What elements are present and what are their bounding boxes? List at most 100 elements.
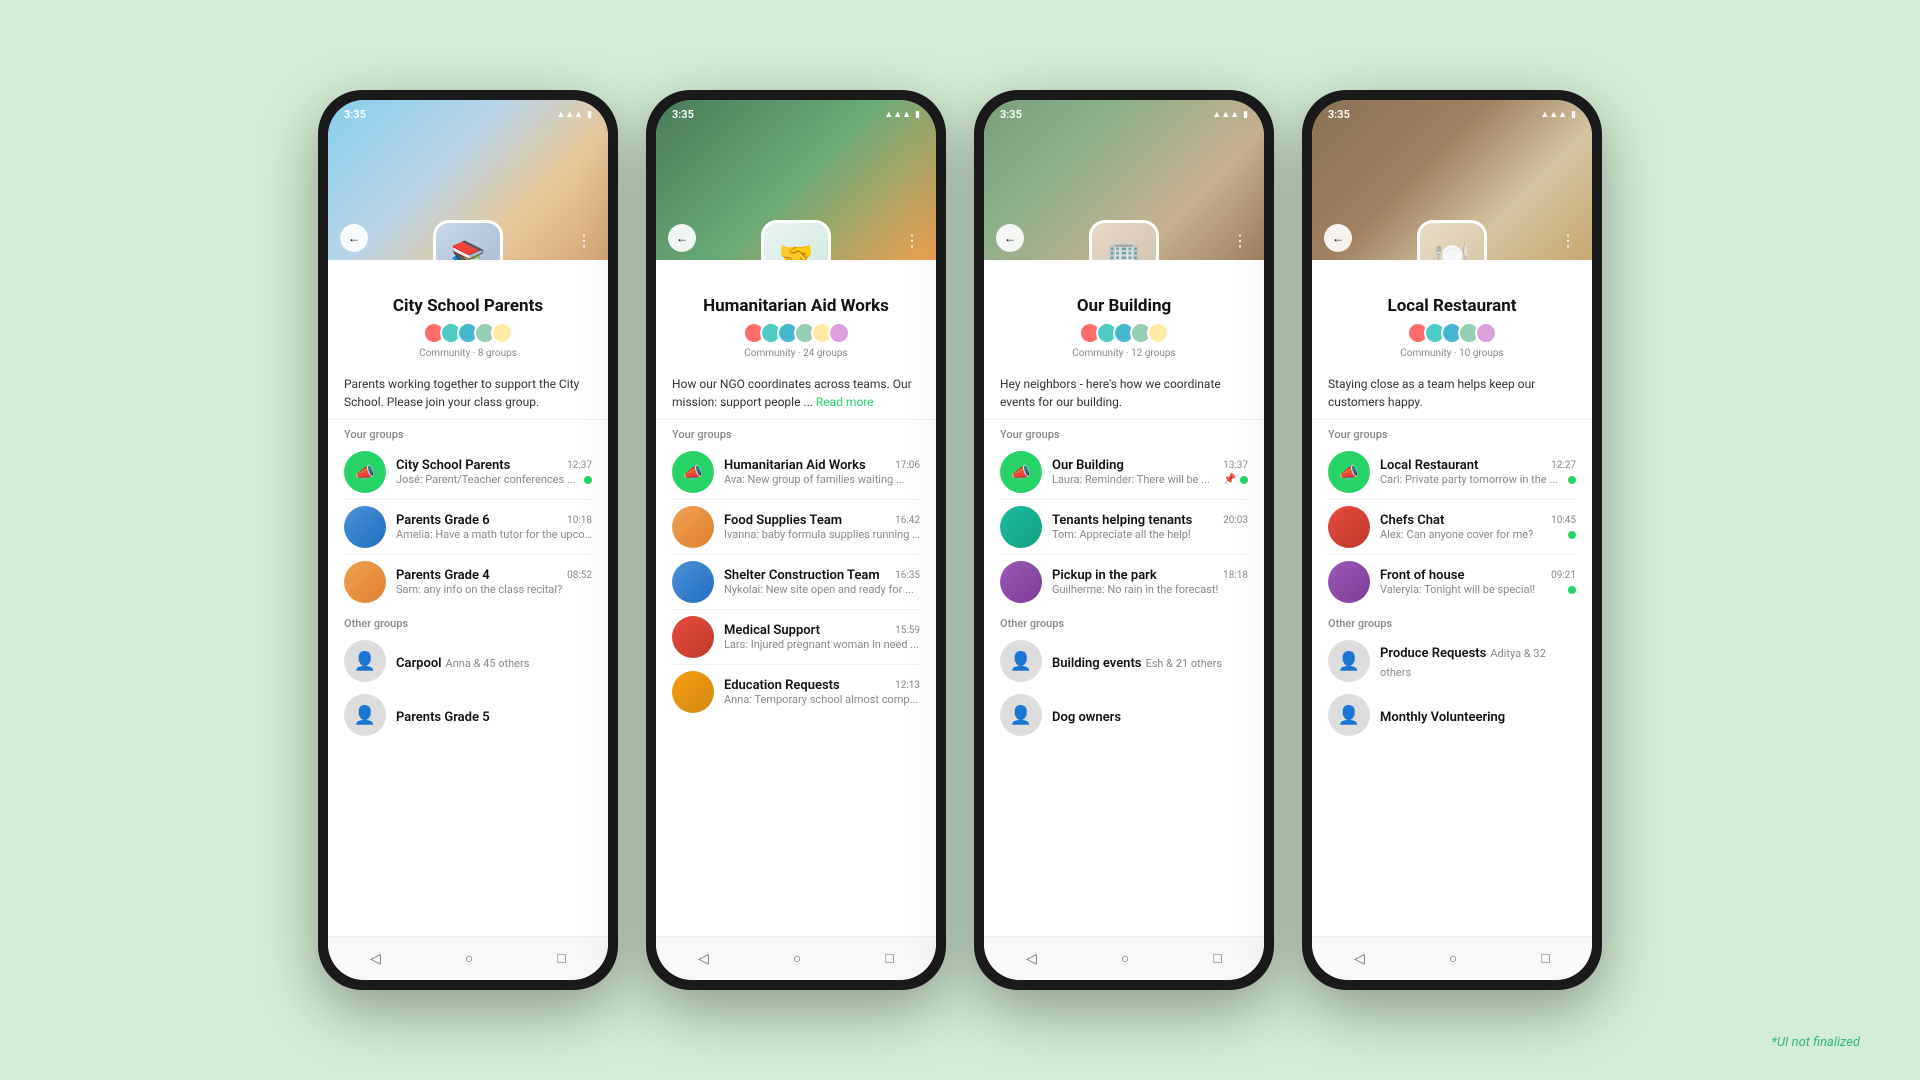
status-bar: 3:35 ▲▲▲ ▮: [344, 108, 592, 121]
group-time: 12:27: [1551, 460, 1576, 471]
phone-screen: 3:35 ▲▲▲ ▮ ← ⋮ 📚 City School Parents: [328, 100, 608, 980]
group-avatar: 📣: [1328, 451, 1370, 493]
back-button[interactable]: ←: [668, 224, 696, 252]
signal-icon: ▲▲▲: [1212, 109, 1239, 120]
group-item[interactable]: 📣 Humanitarian Aid Works 17:06 Ava: New …: [656, 445, 936, 499]
group-item[interactable]: 📣 Local Restaurant 12:27 Carl: Private p…: [1312, 445, 1592, 499]
your-groups-label: Your groups: [328, 420, 608, 445]
member-avatar: [1475, 322, 1497, 344]
nav-home-button[interactable]: ○: [1433, 942, 1473, 975]
group-name: Parents Grade 6: [396, 513, 561, 528]
group-message: Anna: Temporary school almost comp...: [724, 693, 920, 706]
group-name: Our Building: [1052, 458, 1217, 473]
status-time: 3:35: [344, 108, 366, 121]
group-message: Amelia: Have a math tutor for the upco..…: [396, 528, 592, 541]
group-item[interactable]: Medical Support 15:59 Lars: Injured preg…: [656, 610, 936, 664]
more-button[interactable]: ⋮: [900, 228, 924, 252]
other-group-name: Building events: [1052, 656, 1142, 671]
group-message: Laura: Reminder: There will be ...: [1052, 473, 1220, 486]
group-info: Parents Grade 5: [396, 706, 592, 725]
nav-recent-button[interactable]: □: [541, 942, 581, 975]
group-name: Food Supplies Team: [724, 513, 889, 528]
nav-recent-button[interactable]: □: [1197, 942, 1237, 975]
group-item[interactable]: Food Supplies Team 16:42 Ivanna: baby fo…: [656, 500, 936, 554]
group-item[interactable]: Pickup in the park 18:18 Guilherme: No r…: [984, 555, 1264, 609]
community-icon: 🏢: [1089, 220, 1159, 260]
more-button[interactable]: ⋮: [1228, 228, 1252, 252]
other-group-name: Monthly Volunteering: [1380, 710, 1505, 725]
group-item[interactable]: Parents Grade 6 10:18 Amelia: Have a mat…: [328, 500, 608, 554]
other-group-item[interactable]: 👤 Carpool Anna & 45 others: [328, 634, 608, 688]
group-item[interactable]: Parents Grade 4 08:52 Sam: any info on t…: [328, 555, 608, 609]
community-info: Our Building Community · 12 groups: [984, 296, 1264, 367]
your-groups-label: Your groups: [656, 420, 936, 445]
nav-home-button[interactable]: ○: [777, 942, 817, 975]
bottom-navigation: ◁ ○ □: [656, 936, 936, 980]
nav-back-button[interactable]: ◁: [682, 943, 725, 975]
placeholder-avatar: 👤: [1000, 694, 1042, 736]
group-name: City School Parents: [396, 458, 561, 473]
group-item[interactable]: Shelter Construction Team 16:35 Nykolai:…: [656, 555, 936, 609]
community-description: Staying close as a team helps keep our c…: [1312, 367, 1592, 420]
group-info: Parents Grade 4 08:52 Sam: any info on t…: [396, 568, 592, 596]
other-group-item[interactable]: 👤 Monthly Volunteering: [1312, 688, 1592, 742]
phone-content: Our Building Community · 12 groups Hey n…: [984, 260, 1264, 980]
phone-screen: 3:35 ▲▲▲ ▮ ← ⋮ 🍽️ Local Restaurant: [1312, 100, 1592, 980]
signal-icon: ▲▲▲: [1540, 109, 1567, 120]
nav-recent-button[interactable]: □: [1525, 942, 1565, 975]
more-button[interactable]: ⋮: [1556, 228, 1580, 252]
nav-back-button[interactable]: ◁: [1338, 943, 1381, 975]
groups-section: Your groups 📣 Our Building 13:37 Laura: …: [984, 420, 1264, 936]
group-info: Shelter Construction Team 16:35 Nykolai:…: [724, 568, 920, 596]
back-button[interactable]: ←: [340, 224, 368, 252]
group-info: Food Supplies Team 16:42 Ivanna: baby fo…: [724, 513, 920, 541]
other-group-item[interactable]: 👤 Parents Grade 5: [328, 688, 608, 742]
status-icons: ▲▲▲ ▮: [556, 109, 592, 120]
group-item[interactable]: Education Requests 12:13 Anna: Temporary…: [656, 665, 936, 719]
read-more-link[interactable]: Read more: [816, 395, 874, 409]
group-info: Carpool Anna & 45 others: [396, 652, 592, 671]
group-avatar: [672, 671, 714, 713]
group-item[interactable]: Tenants helping tenants 20:03 Tom: Appre…: [984, 500, 1264, 554]
status-time: 3:35: [1328, 108, 1350, 121]
nav-back-button[interactable]: ◁: [1010, 943, 1053, 975]
other-group-item[interactable]: 👤 Building events Esh & 21 others: [984, 634, 1264, 688]
nav-home-button[interactable]: ○: [1105, 942, 1145, 975]
group-item[interactable]: 📣 Our Building 13:37 Laura: Reminder: Th…: [984, 445, 1264, 499]
group-info: Monthly Volunteering: [1380, 706, 1576, 725]
unread-indicator: [1568, 476, 1576, 484]
more-button[interactable]: ⋮: [572, 228, 596, 252]
back-button[interactable]: ←: [996, 224, 1024, 252]
group-name: Shelter Construction Team: [724, 568, 889, 583]
community-info: Local Restaurant Community · 10 groups: [1312, 296, 1592, 367]
other-group-item[interactable]: 👤 Produce Requests Aditya & 32 others: [1312, 634, 1592, 688]
unread-indicator: [1568, 586, 1576, 594]
community-meta: Community · 12 groups: [1000, 348, 1248, 359]
nav-back-button[interactable]: ◁: [354, 943, 397, 975]
bottom-navigation: ◁ ○ □: [328, 936, 608, 980]
member-avatars: [1328, 322, 1576, 344]
placeholder-avatar: 👤: [1000, 640, 1042, 682]
nav-home-button[interactable]: ○: [449, 942, 489, 975]
group-time: 10:45: [1551, 515, 1576, 526]
unread-indicator: [1568, 531, 1576, 539]
community-description: Parents working together to support the …: [328, 367, 608, 420]
group-message: Ivanna: baby formula supplies running ..…: [724, 528, 920, 541]
group-info: Humanitarian Aid Works 17:06 Ava: New gr…: [724, 458, 920, 486]
member-avatar: [828, 322, 850, 344]
phone-content: Humanitarian Aid Works Community · 24 gr…: [656, 260, 936, 980]
other-group-name: Parents Grade 5: [396, 710, 490, 725]
pin-icon: 📌: [1224, 474, 1236, 485]
group-item[interactable]: 📣 City School Parents 12:37 José: Parent…: [328, 445, 608, 499]
placeholder-avatar: 👤: [1328, 640, 1370, 682]
group-item[interactable]: Front of house 09:21 Valeryia: Tonight w…: [1312, 555, 1592, 609]
group-message: Ava: New group of families waiting ...: [724, 473, 920, 486]
group-avatar: [1000, 561, 1042, 603]
other-group-item[interactable]: 👤 Dog owners: [984, 688, 1264, 742]
nav-recent-button[interactable]: □: [869, 942, 909, 975]
group-item[interactable]: Chefs Chat 10:45 Alex: Can anyone cover …: [1312, 500, 1592, 554]
placeholder-avatar: 👤: [344, 694, 386, 736]
group-time: 10:18: [567, 515, 592, 526]
group-name: Medical Support: [724, 623, 889, 638]
back-button[interactable]: ←: [1324, 224, 1352, 252]
